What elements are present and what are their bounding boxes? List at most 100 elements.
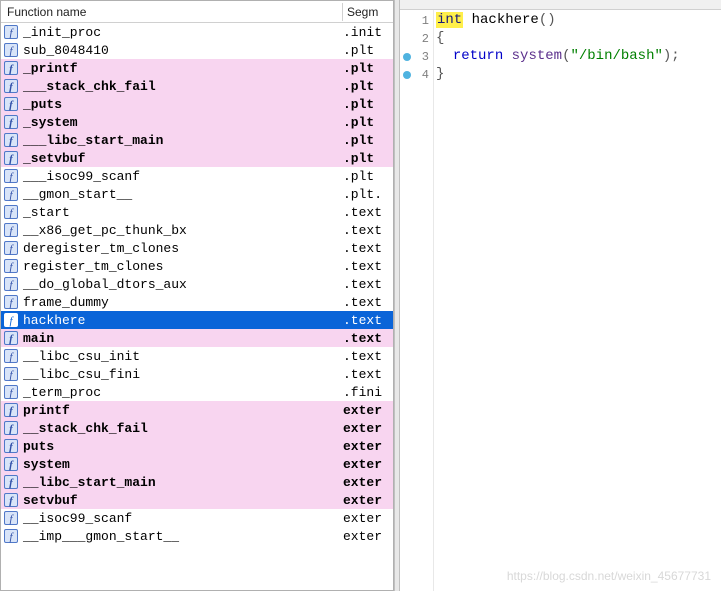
function-icon: f — [3, 204, 19, 220]
gutter-line[interactable]: 1 — [400, 12, 433, 30]
gutter-line[interactable]: 4 — [400, 66, 433, 84]
function-row[interactable]: f __libc_csu_init.text — [1, 347, 393, 365]
function-segment: .text — [343, 223, 393, 238]
function-icon: f — [3, 60, 19, 76]
function-row[interactable]: f __imp___gmon_start__exter — [1, 527, 393, 545]
function-icon: f — [3, 348, 19, 364]
function-row[interactable]: f hackhere.text — [1, 311, 393, 329]
function-name: _system — [21, 115, 343, 130]
function-row[interactable]: f __do_global_dtors_aux.text — [1, 275, 393, 293]
function-icon: f — [3, 384, 19, 400]
code-area: 1 2 3 4 int hackhere(){ return system("/bin… — [400, 10, 721, 591]
function-row[interactable]: f ___libc_start_main.plt — [1, 131, 393, 149]
line-number: 1 — [422, 14, 429, 28]
function-icon: f — [3, 42, 19, 58]
function-segment: .plt — [343, 61, 393, 76]
function-icon: f — [3, 294, 19, 310]
function-row[interactable]: f __libc_start_mainexter — [1, 473, 393, 491]
code-token — [503, 48, 511, 64]
code-tab-strip[interactable] — [400, 0, 721, 10]
code-token — [463, 12, 471, 28]
function-row[interactable]: f register_tm_clones.text — [1, 257, 393, 275]
function-icon: f — [3, 528, 19, 544]
code-gutter[interactable]: 1 2 3 4 — [400, 10, 434, 591]
function-name: ___stack_chk_fail — [21, 79, 343, 94]
function-name: __libc_csu_fini — [21, 367, 343, 382]
code-line[interactable]: { — [436, 30, 721, 48]
col-header-name[interactable]: Function name — [1, 3, 343, 21]
function-segment: .text — [343, 259, 393, 274]
function-icon: f — [3, 474, 19, 490]
gutter-line[interactable]: 3 — [400, 48, 433, 66]
function-segment: exter — [343, 529, 393, 544]
code-token: () — [539, 12, 556, 28]
function-row[interactable]: f _start.text — [1, 203, 393, 221]
function-segment: exter — [343, 511, 393, 526]
code-line[interactable]: } — [436, 66, 721, 84]
function-name: _term_proc — [21, 385, 343, 400]
function-row[interactable]: f putsexter — [1, 437, 393, 455]
function-row[interactable]: f sub_8048410.plt — [1, 41, 393, 59]
function-segment: .plt — [343, 133, 393, 148]
line-number: 3 — [422, 50, 429, 64]
function-row[interactable]: f _puts.plt — [1, 95, 393, 113]
function-name: __gmon_start__ — [21, 187, 343, 202]
function-row[interactable]: f _init_proc.init — [1, 23, 393, 41]
code-line[interactable]: int hackhere() — [436, 12, 721, 30]
breakpoint-marker[interactable] — [403, 53, 411, 61]
code-pane: 1 2 3 4 int hackhere(){ return system("/bin… — [400, 0, 721, 591]
col-header-segment[interactable]: Segm — [343, 3, 393, 21]
function-row[interactable]: f setvbufexter — [1, 491, 393, 509]
code-line[interactable]: return system("/bin/bash"); — [436, 48, 721, 66]
function-segment: .fini — [343, 385, 393, 400]
function-row[interactable]: f _printf.plt — [1, 59, 393, 77]
function-name: frame_dummy — [21, 295, 343, 310]
function-name: __isoc99_scanf — [21, 511, 343, 526]
function-icon: f — [3, 186, 19, 202]
function-icon: f — [3, 258, 19, 274]
function-row[interactable]: f _system.plt — [1, 113, 393, 131]
function-icon: f — [3, 114, 19, 130]
breakpoint-marker[interactable] — [403, 71, 411, 79]
function-row[interactable]: f __stack_chk_failexter — [1, 419, 393, 437]
functions-list[interactable]: f _init_proc.init f sub_8048410.plt f _p… — [1, 23, 393, 590]
function-icon: f — [3, 24, 19, 40]
function-row[interactable]: f _setvbuf.plt — [1, 149, 393, 167]
function-icon: f — [3, 78, 19, 94]
function-row[interactable]: f __x86_get_pc_thunk_bx.text — [1, 221, 393, 239]
function-name: printf — [21, 403, 343, 418]
line-number: 4 — [422, 68, 429, 82]
function-segment: .text — [343, 367, 393, 382]
gutter-line[interactable]: 2 — [400, 30, 433, 48]
function-row[interactable]: f __gmon_start__.plt. — [1, 185, 393, 203]
function-segment: exter — [343, 475, 393, 490]
function-segment: .plt — [343, 169, 393, 184]
function-segment: .plt — [343, 151, 393, 166]
function-row[interactable]: f __isoc99_scanfexter — [1, 509, 393, 527]
function-row[interactable]: f __libc_csu_fini.text — [1, 365, 393, 383]
function-name: __do_global_dtors_aux — [21, 277, 343, 292]
function-row[interactable]: f ___isoc99_scanf.plt — [1, 167, 393, 185]
function-row[interactable]: f main.text — [1, 329, 393, 347]
function-icon: f — [3, 420, 19, 436]
function-name: setvbuf — [21, 493, 343, 508]
function-name: ___libc_start_main — [21, 133, 343, 148]
function-icon: f — [3, 510, 19, 526]
function-segment: .init — [343, 25, 393, 40]
function-row[interactable]: f _term_proc.fini — [1, 383, 393, 401]
function-name: register_tm_clones — [21, 259, 343, 274]
function-row[interactable]: f deregister_tm_clones.text — [1, 239, 393, 257]
function-row[interactable]: f frame_dummy.text — [1, 293, 393, 311]
function-name: __stack_chk_fail — [21, 421, 343, 436]
function-name: __libc_csu_init — [21, 349, 343, 364]
function-row[interactable]: f systemexter — [1, 455, 393, 473]
function-name: _start — [21, 205, 343, 220]
code-lines[interactable]: int hackhere(){ return system("/bin/bash… — [434, 10, 721, 591]
function-segment: .text — [343, 205, 393, 220]
function-icon: f — [3, 132, 19, 148]
function-row[interactable]: f ___stack_chk_fail.plt — [1, 77, 393, 95]
function-row[interactable]: f printfexter — [1, 401, 393, 419]
function-name: deregister_tm_clones — [21, 241, 343, 256]
function-segment: .plt — [343, 79, 393, 94]
function-name: _printf — [21, 61, 343, 76]
